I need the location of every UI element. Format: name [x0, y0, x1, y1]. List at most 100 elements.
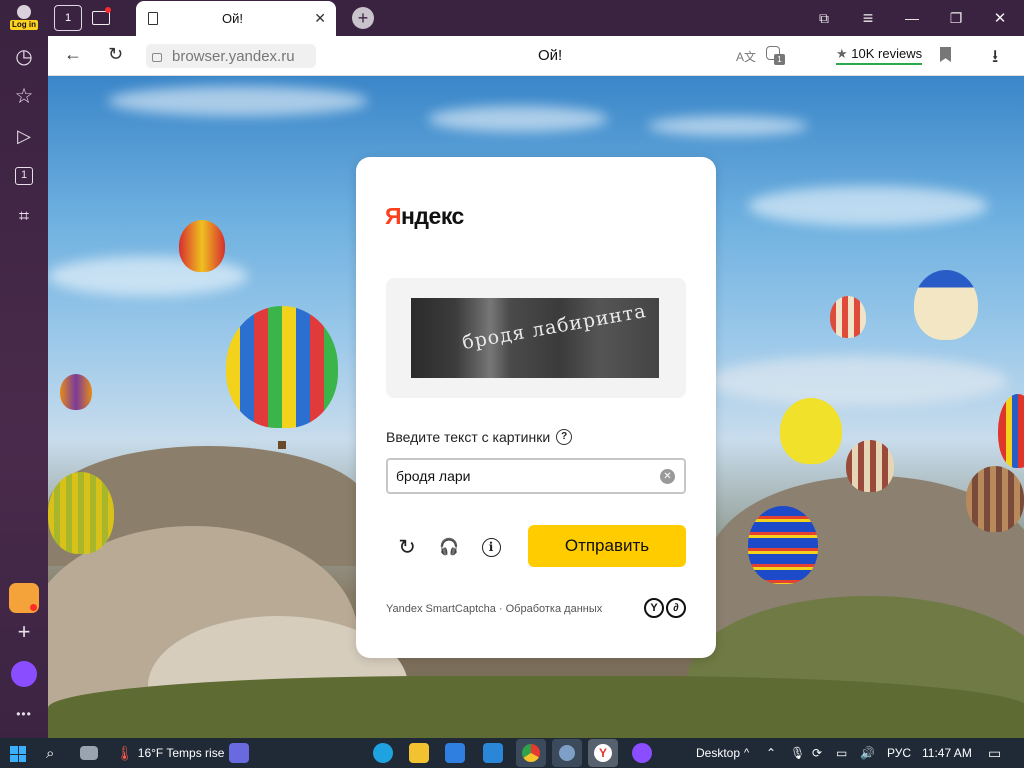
microphone-icon[interactable]: 🎙 [790, 744, 805, 762]
mail-tile [9, 583, 39, 613]
windows-taskbar: ⌕ 🌡 16°F Temps rise Y Desktop ^ ⌃ 🎙 ⟳ ▭ … [0, 738, 1024, 768]
windows-start-icon[interactable] [10, 746, 26, 762]
prompt-text: Введите текст с картинки [386, 429, 551, 445]
page-content: Яндекс бродя лабиринта Введите текст с к… [48, 76, 1024, 738]
volume-icon[interactable]: 🔊 [860, 744, 875, 762]
captcha-image: бродя лабиринта [411, 298, 659, 378]
yandex-logo: Яндекс [385, 203, 464, 230]
download-icon[interactable]: ⭳ [992, 44, 998, 74]
captcha-answer-input[interactable]: бродя лари ✕ [386, 458, 686, 494]
alice-badge-icon[interactable]: 1 [766, 44, 786, 66]
address-bar: ← ↻ browser.yandex.ru Ой! A文 1 ★ 10K rev… [48, 36, 1024, 76]
translate-icon[interactable]: A文 [736, 48, 756, 65]
clock[interactable]: 11:47 AM [922, 744, 972, 762]
info-icon: i [481, 537, 501, 557]
reload-button[interactable]: ↻ [108, 44, 123, 65]
app-icon[interactable] [552, 739, 582, 767]
yandex-browser-icon[interactable]: Y [588, 739, 618, 767]
bookmark-icon[interactable] [940, 47, 951, 62]
home-counter: 1 [64, 12, 72, 24]
login-label: Log in [10, 20, 38, 30]
store-icon[interactable] [445, 743, 465, 763]
bookmarks-star-icon[interactable]: ☆ [0, 78, 48, 114]
menu-icon[interactable]: ≡ [846, 0, 890, 36]
info-button[interactable]: i [478, 534, 504, 560]
captcha-image-box: бродя лабиринта [386, 278, 686, 398]
smartcaptcha-logo-icon: ∂ [666, 598, 686, 618]
user-avatar-icon [17, 5, 31, 19]
edge-browser-icon[interactable] [373, 743, 393, 763]
url-text: browser.yandex.ru [172, 47, 295, 65]
captcha-prompt: Введите текст с картинки ? [386, 429, 573, 445]
sync-icon[interactable]: ⟳ [812, 744, 822, 762]
submit-button[interactable]: Отправить [528, 525, 686, 567]
help-icon[interactable]: ? [556, 429, 573, 445]
video-play-icon[interactable]: ▷ [0, 118, 48, 154]
clear-input-icon[interactable]: ✕ [660, 469, 675, 484]
weather-text: 16°F Temps rise [137, 746, 225, 760]
alice-circle [11, 661, 37, 687]
input-language[interactable]: РУС [887, 744, 911, 762]
alice-count: 1 [774, 54, 785, 65]
home-tab-button[interactable]: 1 [54, 5, 82, 31]
audio-captcha-button[interactable]: 🎧 [436, 534, 462, 560]
search-icon[interactable]: ⌕ [46, 744, 54, 762]
thermometer-icon: 🌡 [116, 744, 134, 761]
desktop-toolbar[interactable]: Desktop [696, 744, 740, 762]
captcha-card: Яндекс бродя лабиринта Введите текст с к… [356, 157, 716, 658]
tab-title: Ой! [222, 11, 243, 26]
tab-counter-icon[interactable]: 1 [0, 158, 48, 194]
show-hidden-icon[interactable]: ⌃ [766, 744, 776, 762]
chrome-icon[interactable] [516, 739, 546, 767]
notification-dot [30, 604, 37, 611]
add-sidebar-app-icon[interactable]: + [0, 614, 48, 650]
app-logo [559, 745, 575, 761]
lock-icon [152, 53, 162, 62]
tab-strip: 1 Ой! ✕ + ⧉ ≡ — ❐ ✕ [48, 0, 1024, 36]
active-tab[interactable]: Ой! ✕ [136, 1, 336, 36]
notification-dot [105, 7, 111, 13]
yandex-y-logo-icon: Y [644, 598, 664, 618]
mail-icon[interactable] [483, 743, 503, 763]
captcha-distorted-text: бродя лабиринта [460, 299, 649, 355]
screenshot-camera-icon[interactable]: ⌗ [0, 198, 48, 234]
overflow-chevron[interactable]: ^ [744, 744, 749, 762]
tab-counter-value: 1 [15, 167, 33, 185]
page-title: Ой! [538, 47, 563, 64]
mail-app-icon[interactable] [0, 580, 48, 616]
file-explorer-icon[interactable] [409, 743, 429, 763]
reviews-label: 10K reviews [851, 46, 923, 61]
back-button[interactable]: ← [64, 44, 82, 65]
alice-assistant-icon[interactable] [0, 656, 48, 692]
url-field[interactable]: browser.yandex.ru [146, 44, 316, 68]
reviews-link[interactable]: ★ 10K reviews [836, 46, 923, 65]
collections-icon[interactable]: ⧉ [802, 0, 846, 36]
logo-rest: ндекс [401, 203, 464, 229]
network-icon[interactable]: ▭ [836, 744, 847, 762]
star-icon: ★ [836, 46, 848, 61]
yandex-browser-logo: Y [594, 744, 612, 762]
tab-close-icon[interactable]: ✕ [314, 10, 326, 27]
notifications-icon[interactable]: ▭ [988, 744, 1001, 762]
chrome-logo [522, 744, 540, 762]
page-document-icon [148, 12, 158, 25]
browser-sidebar: Log in ◷ ☆ ▷ 1 ⌗ + ••• [0, 0, 48, 738]
window-glyph [92, 11, 110, 25]
screen: Log in ◷ ☆ ▷ 1 ⌗ + ••• 1 Ой! ✕ + ⧉ ≡ — ❐… [0, 0, 1024, 768]
input-value: бродя лари [396, 468, 471, 484]
close-window-button[interactable]: ✕ [978, 0, 1022, 36]
alice-taskbar-icon[interactable] [632, 743, 652, 763]
history-icon[interactable]: ◷ [0, 38, 48, 74]
task-view-icon[interactable] [80, 746, 98, 760]
minimize-button[interactable]: — [890, 0, 934, 36]
new-tab-button[interactable]: + [352, 7, 374, 29]
more-icon[interactable]: ••• [0, 696, 48, 732]
captcha-footer[interactable]: Yandex SmartCaptcha · Обработка данных [386, 603, 602, 615]
restore-button[interactable]: ❐ [934, 0, 978, 36]
teams-chat-icon[interactable] [229, 743, 249, 763]
weather-widget[interactable]: 🌡 16°F Temps rise [116, 744, 224, 762]
login-button[interactable]: Log in [7, 4, 41, 34]
refresh-captcha-button[interactable]: ↻ [394, 534, 420, 560]
new-window-icon[interactable] [88, 5, 114, 31]
logo-letter: Я [385, 203, 402, 229]
